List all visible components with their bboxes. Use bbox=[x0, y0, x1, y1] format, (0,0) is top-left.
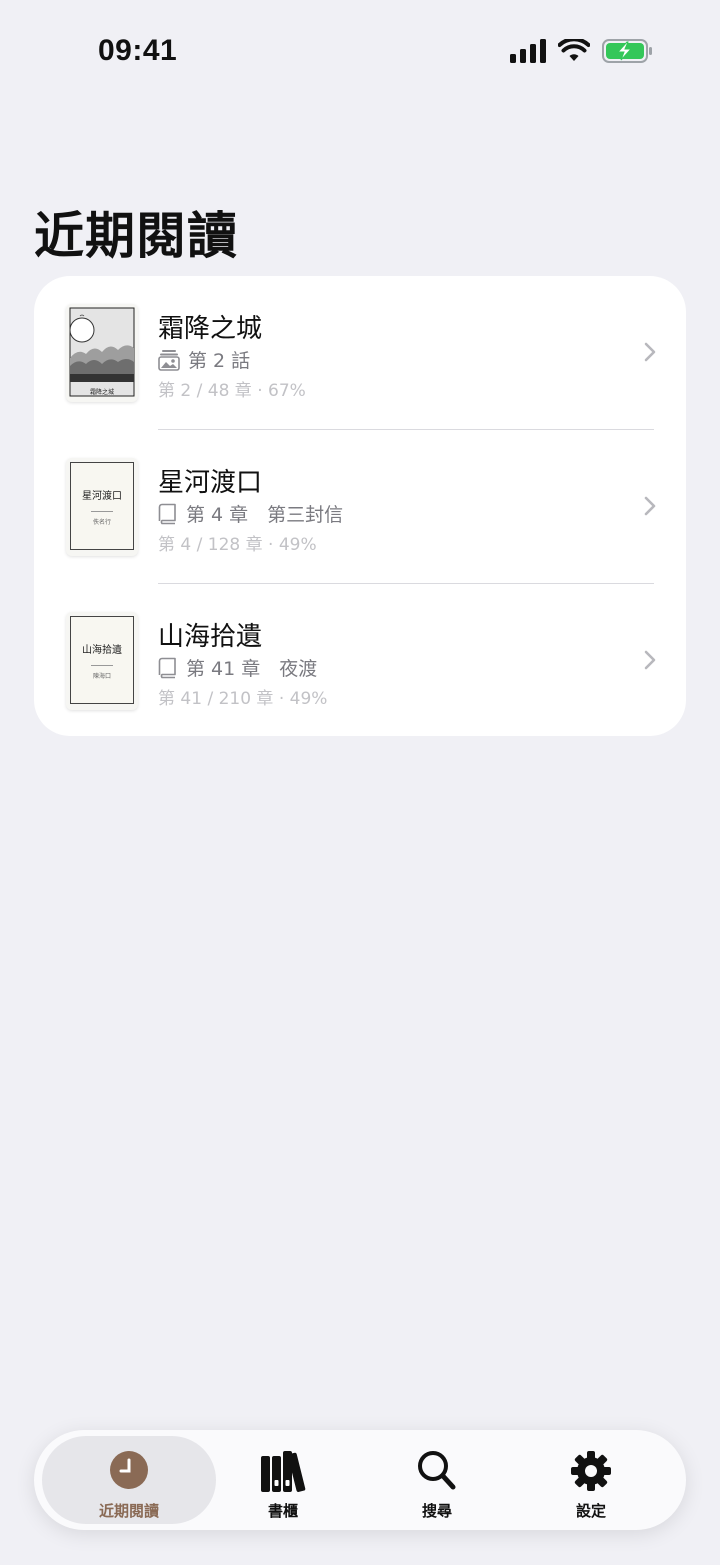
chapter-label: 第 41 章 夜渡 bbox=[186, 658, 318, 680]
clock-icon bbox=[110, 1451, 148, 1489]
status-bar: 09:41 bbox=[0, 0, 720, 100]
chevron-right-icon bbox=[644, 496, 656, 516]
page-title: 近期閱讀 bbox=[34, 207, 238, 265]
book-title: 霜降之城 bbox=[158, 314, 263, 344]
chapter-label: 第 4 章 第三封信 bbox=[186, 504, 344, 526]
cover-title: 星河渡口 bbox=[82, 491, 122, 502]
list-item[interactable]: 霜降之城 霜降之城 第 2 話 第 2 / 48 章 · 67% bbox=[34, 276, 686, 430]
list-item[interactable]: 山海拾遺 陳海口 山海拾遺 第 41 章 夜渡 第 41 / 210 章 · 4… bbox=[34, 584, 686, 738]
cover-author: 佚名行 bbox=[92, 519, 111, 526]
tab-label: 設定 bbox=[575, 1502, 606, 1520]
chapter-info: 第 2 話 bbox=[158, 346, 250, 373]
cover-author: 陳海口 bbox=[92, 673, 111, 680]
tab-recent-reading[interactable]: 近期閱讀 bbox=[42, 1436, 216, 1524]
reading-progress: 第 4 / 128 章 · 49% bbox=[158, 535, 317, 555]
bookshelf-icon bbox=[261, 1451, 306, 1492]
signal-icon bbox=[510, 39, 546, 63]
book-title: 星河渡口 bbox=[158, 468, 263, 498]
tab-label: 搜尋 bbox=[421, 1502, 452, 1520]
book-title: 山海拾遺 bbox=[158, 622, 263, 652]
gear-icon bbox=[571, 1451, 611, 1491]
chevron-right-icon bbox=[644, 342, 656, 362]
tab-settings[interactable]: 設定 bbox=[524, 1436, 658, 1524]
wifi-icon bbox=[558, 39, 590, 61]
book-cover: 霜降之城 bbox=[66, 304, 138, 402]
book-icon bbox=[158, 503, 176, 524]
book-cover: 星河渡口 佚名行 bbox=[66, 458, 138, 556]
chapter-info: 第 4 章 第三封信 bbox=[158, 500, 343, 527]
reading-progress: 第 41 / 210 章 · 49% bbox=[158, 689, 328, 709]
cover-caption: 霜降之城 bbox=[89, 389, 114, 396]
image-icon bbox=[158, 349, 180, 371]
reading-progress: 第 2 / 48 章 · 67% bbox=[158, 381, 306, 401]
book-cover: 山海拾遺 陳海口 bbox=[66, 612, 138, 710]
status-time: 09:41 bbox=[98, 34, 178, 67]
search-icon bbox=[418, 1451, 456, 1490]
battery-charging-icon bbox=[602, 39, 652, 63]
status-icons bbox=[510, 38, 654, 64]
chapter-label: 第 2 話 bbox=[188, 350, 251, 372]
tab-bookshelf[interactable]: 書櫃 bbox=[216, 1436, 350, 1524]
chevron-right-icon bbox=[644, 650, 656, 670]
tab-label: 近期閱讀 bbox=[98, 1502, 159, 1520]
tab-search[interactable]: 搜尋 bbox=[370, 1436, 504, 1524]
book-icon bbox=[158, 657, 176, 678]
cover-title: 山海拾遺 bbox=[82, 645, 122, 656]
list-item[interactable]: 星河渡口 佚名行 星河渡口 第 4 章 第三封信 第 4 / 128 章 · 4… bbox=[34, 430, 686, 584]
tab-label: 書櫃 bbox=[267, 1502, 298, 1520]
recent-reading-list: 霜降之城 霜降之城 第 2 話 第 2 / 48 章 · 67% 星河渡口 佚名… bbox=[34, 276, 686, 736]
chapter-info: 第 41 章 夜渡 bbox=[158, 654, 317, 681]
tab-bar: 近期閱讀 書櫃 搜尋 設定 bbox=[34, 1430, 686, 1530]
